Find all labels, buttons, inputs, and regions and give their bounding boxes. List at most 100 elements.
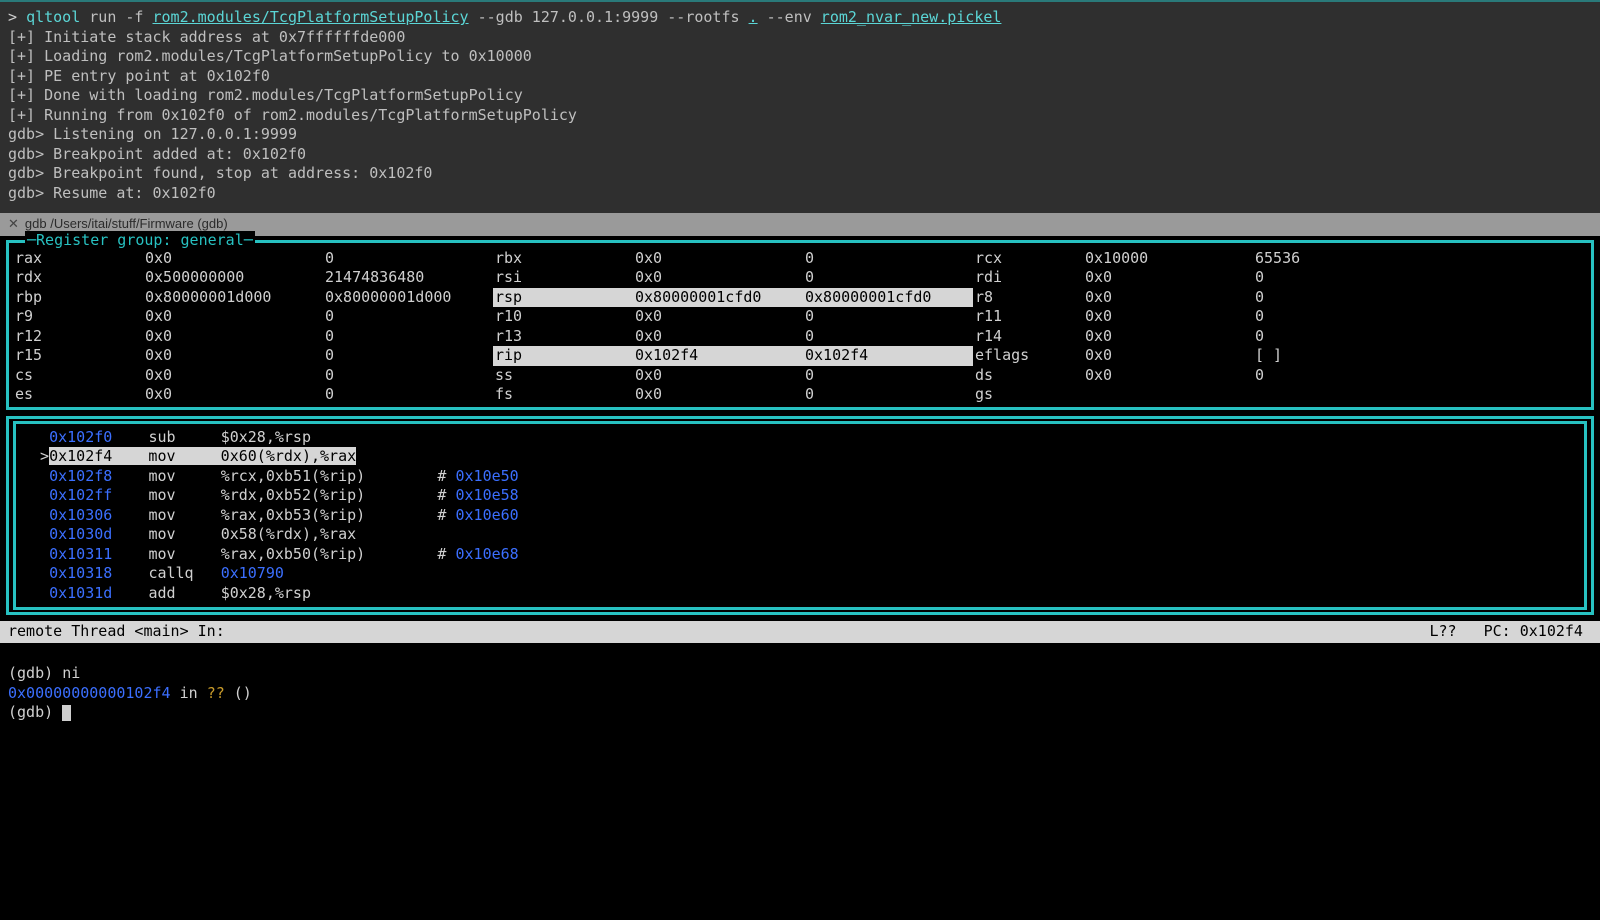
- reg-hex: 0x0: [633, 327, 803, 347]
- reg-hex: 0x0: [143, 327, 323, 347]
- shell-output-line: gdb> Breakpoint found, stop at address: …: [8, 164, 1592, 184]
- gdb-prompt: (gdb): [8, 703, 62, 721]
- reg-hex: 0x10000: [1083, 249, 1253, 269]
- reg-hex: 0x0: [1083, 268, 1253, 288]
- reg-hex: 0x0: [633, 268, 803, 288]
- reg-name: rdi: [973, 268, 1083, 288]
- reg-name: fs: [493, 385, 633, 405]
- gdb-prompt: (gdb): [8, 664, 62, 682]
- reg-name: rsp: [493, 288, 633, 308]
- reg-dec: 0: [803, 249, 973, 269]
- reg-dec: 0: [1253, 307, 1373, 327]
- reg-dec: 0: [1253, 366, 1373, 386]
- asm-line: 0x10311 mov %rax,0xb50(%rip) # 0x10e68: [22, 545, 1578, 565]
- status-right: L?? PC: 0x102f4: [1429, 622, 1592, 642]
- shell-output-line: [+] Loading rom2.modules/TcgPlatformSetu…: [8, 47, 1592, 67]
- reg-dec: 0x80000001cfd0: [803, 288, 973, 308]
- reg-hex: [1083, 385, 1253, 405]
- reg-dec: 0: [803, 327, 973, 347]
- reg-hex: 0x0: [633, 249, 803, 269]
- asm-panel-outer: 0x102f0 sub $0x28,%rsp >0x102f4 mov 0x60…: [6, 416, 1594, 616]
- reg-dec: 0: [323, 385, 493, 405]
- reg-dec: 0x80000001d000: [323, 288, 493, 308]
- reg-dec: [1253, 385, 1373, 405]
- env-file-link[interactable]: rom2_nvar_new.pickel: [821, 8, 1002, 26]
- asm-line: 0x1031d add $0x28,%rsp: [22, 584, 1578, 604]
- reg-hex: 0x0: [633, 307, 803, 327]
- reg-hex: 0x0: [1083, 307, 1253, 327]
- reg-name: rcx: [973, 249, 1083, 269]
- reg-name: r12: [13, 327, 143, 347]
- gdb-tui-pane: ─Register group: general─ rax0x00rbx0x00…: [0, 240, 1600, 783]
- reg-hex: 0x0: [143, 307, 323, 327]
- reg-hex: 0x0: [143, 346, 323, 366]
- prompt-char: >: [8, 8, 17, 26]
- reg-dec: 0: [803, 268, 973, 288]
- reg-dec: 0: [1253, 327, 1373, 347]
- reg-name: rsi: [493, 268, 633, 288]
- shell-output-line: gdb> Resume at: 0x102f0: [8, 184, 1592, 204]
- reg-name: es: [13, 385, 143, 405]
- reg-name: r14: [973, 327, 1083, 347]
- reg-dec: 0: [1253, 288, 1373, 308]
- reg-hex: 0x0: [633, 385, 803, 405]
- asm-line: 0x10318 callq 0x10790: [22, 564, 1578, 584]
- reg-hex: 0x80000001cfd0: [633, 288, 803, 308]
- reg-hex: 0x0: [633, 366, 803, 386]
- reg-name: r9: [13, 307, 143, 327]
- close-icon[interactable]: ✕: [8, 216, 19, 233]
- gdb-cli[interactable]: (gdb) ni 0x00000000000102f4 in ?? () (gd…: [0, 643, 1600, 783]
- reg-name: r15: [13, 346, 143, 366]
- reg-dec: 0: [803, 307, 973, 327]
- asm-line: 0x102f0 sub $0x28,%rsp: [22, 428, 1578, 448]
- asm-line: 0x102f8 mov %rcx,0xb51(%rip) # 0x10e50: [22, 467, 1578, 487]
- reg-name: rbp: [13, 288, 143, 308]
- rootfs-dot-link[interactable]: .: [749, 8, 758, 26]
- reg-name: ss: [493, 366, 633, 386]
- shell-output-line: [+] Running from 0x102f0 of rom2.modules…: [8, 106, 1592, 126]
- reg-hex: 0x0: [1083, 327, 1253, 347]
- stop-address: 0x00000000000102f4: [8, 684, 171, 702]
- reg-hex: 0x0: [143, 366, 323, 386]
- reg-hex: 0x0: [143, 385, 323, 405]
- reg-dec: 0: [323, 366, 493, 386]
- asm-panel-inner: 0x102f0 sub $0x28,%rsp >0x102f4 mov 0x60…: [13, 421, 1587, 611]
- shell-output-pane: > qltool run -f rom2.modules/TcgPlatform…: [0, 0, 1600, 213]
- asm-line: 0x10306 mov %rax,0xb53(%rip) # 0x10e60: [22, 506, 1578, 526]
- reg-name: rdx: [13, 268, 143, 288]
- unknown-symbol: ??: [207, 684, 225, 702]
- reg-name: eflags: [973, 346, 1083, 366]
- reg-dec: 0: [803, 385, 973, 405]
- reg-dec: [ ]: [1253, 346, 1373, 366]
- shell-output-line: gdb> Listening on 127.0.0.1:9999: [8, 125, 1592, 145]
- asm-line: >0x102f4 mov 0x60(%rdx),%rax: [22, 447, 1578, 467]
- reg-hex: 0x0: [1083, 346, 1253, 366]
- qltool-cmd: qltool: [26, 8, 80, 26]
- reg-name: r11: [973, 307, 1083, 327]
- reg-dec: 0: [323, 327, 493, 347]
- module-path-link[interactable]: rom2.modules/TcgPlatformSetupPolicy: [153, 8, 469, 26]
- reg-hex: 0x102f4: [633, 346, 803, 366]
- reg-name: r8: [973, 288, 1083, 308]
- gdb-cli-cmd: ni: [62, 664, 80, 682]
- shell-output-line: [+] Done with loading rom2.modules/TcgPl…: [8, 86, 1592, 106]
- reg-dec: 0: [323, 346, 493, 366]
- reg-hex: 0x80000001d000: [143, 288, 323, 308]
- reg-hex: 0x0: [1083, 288, 1253, 308]
- reg-name: rax: [13, 249, 143, 269]
- asm-line: 0x102ff mov %rdx,0xb52(%rip) # 0x10e58: [22, 486, 1578, 506]
- reg-dec: 0: [323, 249, 493, 269]
- register-panel: ─Register group: general─ rax0x00rbx0x00…: [6, 240, 1594, 410]
- reg-dec: 21474836480: [323, 268, 493, 288]
- shell-command-line: > qltool run -f rom2.modules/TcgPlatform…: [8, 8, 1592, 28]
- register-grid: rax0x00rbx0x00rcx0x1000065536rdx0x500000…: [13, 243, 1587, 405]
- reg-name: r13: [493, 327, 633, 347]
- asm-line: 0x1030d mov 0x58(%rdx),%rax: [22, 525, 1578, 545]
- shell-output-line: gdb> Breakpoint added at: 0x102f0: [8, 145, 1592, 165]
- reg-name: cs: [13, 366, 143, 386]
- reg-hex: 0x0: [1083, 366, 1253, 386]
- reg-dec: 0: [323, 307, 493, 327]
- reg-name: r10: [493, 307, 633, 327]
- reg-dec: 0x102f4: [803, 346, 973, 366]
- reg-name: rip: [493, 346, 633, 366]
